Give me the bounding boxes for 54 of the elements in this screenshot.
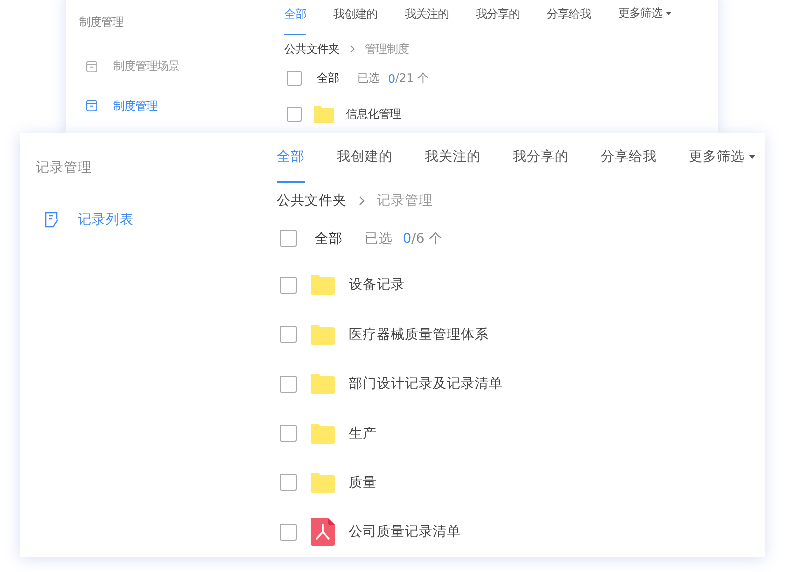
pdf-icon xyxy=(311,518,335,546)
file-checkbox[interactable] xyxy=(286,106,302,122)
folder-icon xyxy=(314,106,334,123)
tab[interactable]: 分享给我 xyxy=(547,0,592,36)
file-checkbox[interactable] xyxy=(280,326,297,344)
file-checkbox[interactable] xyxy=(280,276,297,294)
file-name[interactable]: 生产 xyxy=(349,424,377,443)
selected-label: 已选 xyxy=(358,71,380,86)
sidebar-title: 记录管理 xyxy=(36,159,93,178)
breadcrumb-current: 记录管理 xyxy=(377,192,433,210)
file-name[interactable]: 部门设计记录及记录清单 xyxy=(349,375,503,394)
file-checkbox[interactable] xyxy=(280,524,297,541)
tab[interactable]: 我关注的 xyxy=(404,0,449,36)
select-all-label: 全部 xyxy=(315,230,343,248)
filter-dropdown[interactable]: 更多筛选 xyxy=(618,0,672,36)
folder-icon xyxy=(311,472,335,493)
tab[interactable]: 我关注的 xyxy=(425,133,481,183)
chevron-right-icon xyxy=(359,196,365,206)
breadcrumb-link[interactable]: 公共文件夹 xyxy=(277,192,347,210)
breadcrumb-link[interactable]: 公共文件夹 xyxy=(284,42,340,58)
select-all-label: 全部 xyxy=(317,71,340,86)
sidebar-title: 制度管理 xyxy=(80,14,125,32)
tab[interactable]: 我创建的 xyxy=(337,133,393,183)
file-name[interactable]: 医疗器械质量管理体系 xyxy=(349,326,489,344)
archive-icon xyxy=(86,60,98,73)
selected-label: 已选 xyxy=(365,230,393,248)
select-all-checkbox[interactable] xyxy=(280,230,297,248)
archive-icon xyxy=(86,100,98,112)
file-checkbox[interactable] xyxy=(280,376,297,393)
edit-document-icon xyxy=(44,211,60,229)
folder-icon xyxy=(311,324,335,345)
file-name[interactable]: 质量 xyxy=(349,474,377,492)
breadcrumb-current: 管理制度 xyxy=(364,42,409,58)
folder-icon xyxy=(311,374,335,394)
total-count: /21 个 xyxy=(396,71,429,86)
select-all-checkbox[interactable] xyxy=(286,71,302,86)
folder-icon xyxy=(311,424,335,444)
file-checkbox[interactable] xyxy=(280,474,297,492)
filter-dropdown[interactable]: 更多筛选 xyxy=(689,133,756,183)
file-name[interactable]: 信息化管理 xyxy=(346,106,401,122)
caret-down-icon xyxy=(666,12,672,16)
tab[interactable]: 我分享的 xyxy=(476,0,520,36)
selected-count: 0 xyxy=(388,72,396,86)
file-name[interactable]: 公司质量记录清单 xyxy=(349,523,461,542)
tab[interactable]: 我分享的 xyxy=(513,133,569,183)
tab[interactable]: 我创建的 xyxy=(334,0,378,36)
tab[interactable]: 分享给我 xyxy=(601,133,657,183)
total-count: /6 个 xyxy=(412,230,444,248)
folder-icon xyxy=(311,275,335,296)
file-name[interactable]: 设备记录 xyxy=(349,276,405,294)
caret-down-icon xyxy=(749,155,756,159)
chevron-right-icon xyxy=(350,45,355,54)
file-checkbox[interactable] xyxy=(280,425,297,442)
selected-count: 0 xyxy=(403,230,412,247)
